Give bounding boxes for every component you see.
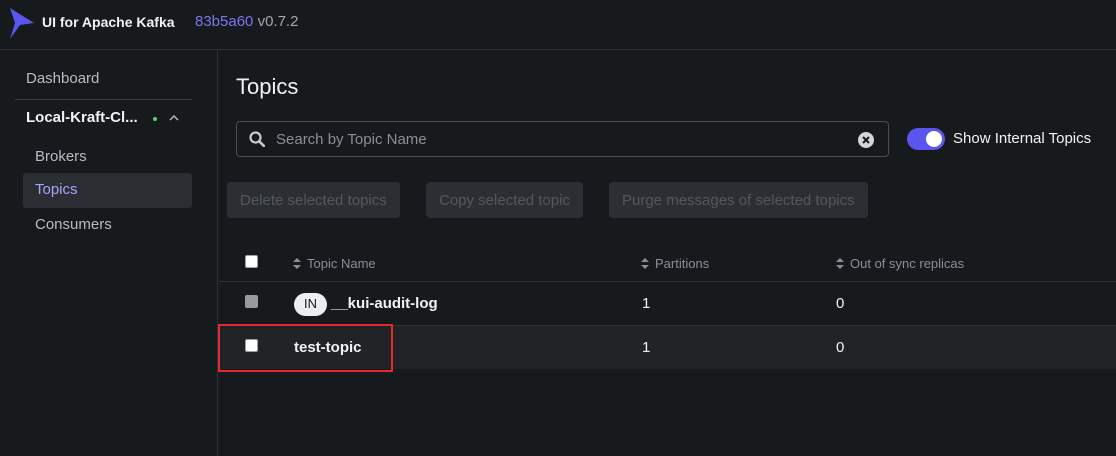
sidebar-item-topics[interactable]: Topics bbox=[23, 173, 192, 208]
row-checkbox bbox=[245, 295, 258, 308]
toggle-knob bbox=[926, 131, 942, 147]
page-title: Topics bbox=[236, 74, 299, 99]
app-title[interactable]: UI for Apache Kafka bbox=[42, 14, 175, 30]
topic-name-link[interactable]: __kui-audit-log bbox=[331, 295, 438, 312]
column-label: Out of sync replicas bbox=[850, 256, 965, 271]
column-header-topic-name[interactable]: Topic Name bbox=[293, 256, 376, 271]
highlight-box bbox=[218, 324, 393, 372]
cluster-name[interactable]: Local-Kraft-Cl... bbox=[26, 109, 138, 126]
main-content: Topics Show Internal Topics Delete selec… bbox=[218, 51, 1116, 456]
out-of-sync-value: 0 bbox=[836, 295, 845, 312]
purge-messages-button[interactable]: Purge messages of selected topics bbox=[609, 182, 868, 218]
version-info: 83b5a60 v0.7.2 bbox=[195, 13, 298, 30]
sort-icon bbox=[641, 258, 649, 269]
search-icon bbox=[249, 131, 265, 147]
sort-icon bbox=[836, 258, 844, 269]
sort-icon bbox=[293, 258, 301, 269]
top-bar: UI for Apache Kafka 83b5a60 v0.7.2 bbox=[0, 0, 1116, 50]
internal-badge: IN bbox=[294, 293, 327, 316]
table-header: Topic Name Partitions Out of sync replic… bbox=[219, 245, 1116, 282]
column-header-partitions[interactable]: Partitions bbox=[641, 256, 709, 271]
out-of-sync-value: 0 bbox=[836, 339, 845, 356]
show-internal-topics-label: Show Internal Topics bbox=[953, 130, 1092, 147]
version-hash-link[interactable]: 83b5a60 bbox=[195, 13, 253, 30]
sidebar: Dashboard Local-Kraft-Cl... Brokers Topi… bbox=[0, 51, 218, 456]
chevron-up-icon[interactable] bbox=[168, 112, 180, 124]
search-box bbox=[236, 121, 889, 157]
partitions-value: 1 bbox=[642, 295, 651, 312]
delete-selected-topics-button[interactable]: Delete selected topics bbox=[227, 182, 400, 218]
sidebar-divider bbox=[15, 99, 192, 100]
column-header-out-of-sync-replicas[interactable]: Out of sync replicas bbox=[836, 256, 964, 271]
search-input[interactable] bbox=[276, 122, 846, 156]
version-number: v0.7.2 bbox=[257, 13, 299, 30]
copy-selected-topic-button[interactable]: Copy selected topic bbox=[426, 182, 583, 218]
partitions-value: 1 bbox=[642, 339, 651, 356]
sidebar-item-dashboard[interactable]: Dashboard bbox=[26, 70, 99, 87]
clear-search-icon[interactable] bbox=[857, 131, 875, 149]
sidebar-item-consumers[interactable]: Consumers bbox=[23, 208, 192, 243]
column-label: Topic Name bbox=[307, 256, 376, 271]
column-label: Partitions bbox=[655, 256, 710, 271]
sidebar-item-brokers[interactable]: Brokers bbox=[23, 140, 192, 175]
show-internal-topics-toggle[interactable] bbox=[907, 128, 945, 150]
cluster-status-dot bbox=[153, 117, 157, 121]
kafka-ui-logo-icon[interactable] bbox=[9, 6, 35, 40]
select-all-checkbox[interactable] bbox=[245, 255, 258, 268]
table-row[interactable]: IN __kui-audit-log 1 0 bbox=[219, 282, 1116, 326]
